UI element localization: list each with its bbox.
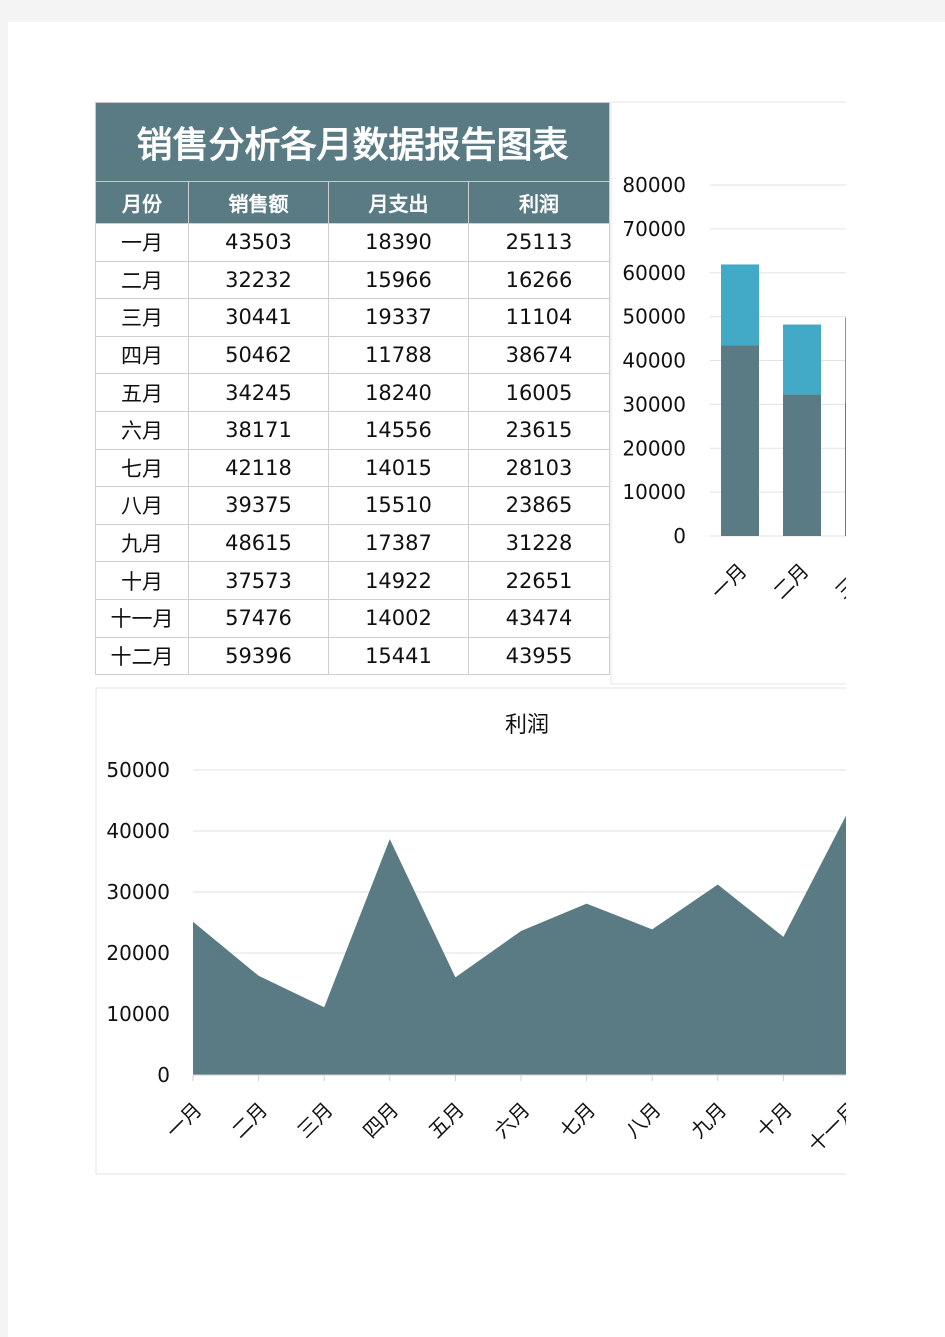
y-tick-label: 40000 [106, 819, 170, 843]
y-tick-label: 50000 [106, 758, 170, 782]
sheet-viewport: 销售分析各月数据报告图表 月份 销售额 月支出 利润 一月 43503 18390 2511… [0, 0, 846, 1337]
chart-title: 利润 [505, 713, 549, 738]
profit-area-chart: 利润01000020000300004000050000一月 二月 三月 四月 五月 六月… [95, 687, 846, 1175]
y-tick-label: 10000 [106, 1002, 170, 1026]
y-tick-label: 20000 [106, 941, 170, 965]
y-tick-label: 30000 [106, 880, 170, 904]
y-tick-label: 0 [157, 1063, 170, 1087]
